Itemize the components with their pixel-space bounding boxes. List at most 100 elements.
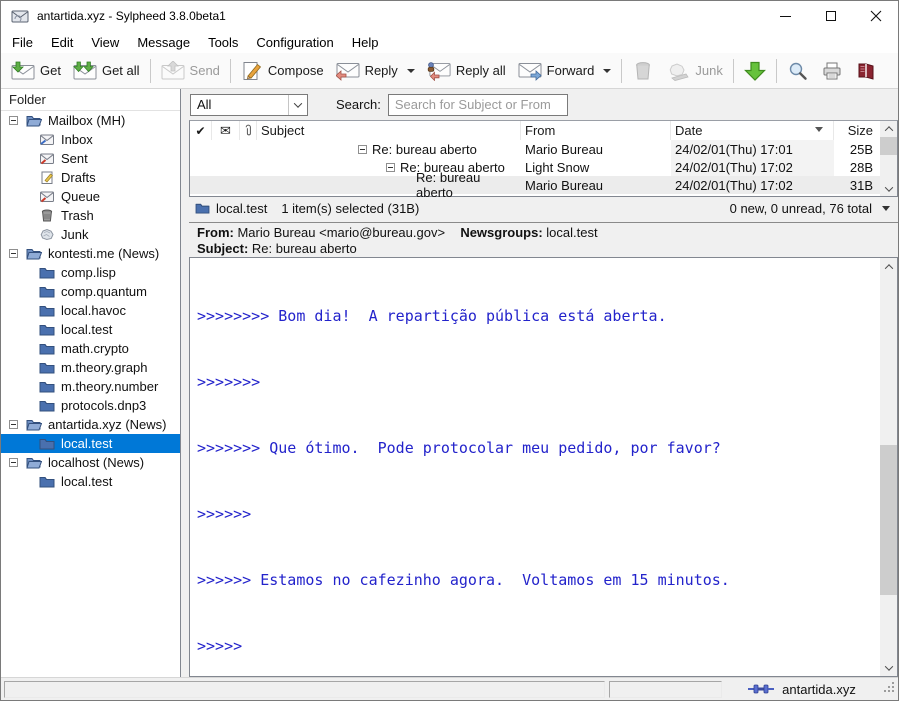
folder-item-local-havoc[interactable]: local.havoc bbox=[1, 301, 180, 320]
header-line-from: From: Mario Bureau <mario@bureau.gov> Ne… bbox=[197, 225, 890, 241]
get-button[interactable]: Get bbox=[5, 58, 67, 84]
folder-item-math-crypto[interactable]: math.crypto bbox=[1, 339, 180, 358]
folder-item-local-test-antartida[interactable]: local.test bbox=[1, 434, 180, 453]
reply-dropdown-icon[interactable] bbox=[407, 69, 415, 73]
counts-dropdown-button[interactable] bbox=[878, 200, 894, 216]
thread-collapse-icon[interactable] bbox=[358, 145, 367, 154]
forward-dropdown-icon[interactable] bbox=[603, 69, 611, 73]
search-input[interactable] bbox=[388, 94, 568, 116]
folder-label: math.crypto bbox=[61, 341, 129, 356]
menu-help[interactable]: Help bbox=[343, 33, 388, 52]
combo-dropdown-button[interactable] bbox=[288, 95, 307, 115]
menu-file[interactable]: File bbox=[3, 33, 42, 52]
collapse-icon[interactable] bbox=[9, 458, 18, 467]
menu-tools[interactable]: Tools bbox=[199, 33, 247, 52]
scroll-up-icon[interactable] bbox=[880, 258, 897, 275]
folder-item-comp-lisp[interactable]: comp.lisp bbox=[1, 263, 180, 282]
filter-combobox[interactable]: All bbox=[190, 94, 308, 116]
status-bar: antartida.xyz bbox=[1, 677, 898, 700]
scroll-down-icon[interactable] bbox=[880, 659, 897, 676]
folder-item-local-test-localhost[interactable]: local.test bbox=[1, 472, 180, 491]
search-button[interactable] bbox=[781, 58, 815, 84]
folder-item-m-theory-number[interactable]: m.theory.number bbox=[1, 377, 180, 396]
get-all-mail-icon bbox=[73, 61, 97, 81]
folder-item-local-test-kontesti[interactable]: local.test bbox=[1, 320, 180, 339]
right-column: All Search: ✔ ✉ Subject From Date Si bbox=[189, 89, 898, 677]
folder-label: Trash bbox=[61, 208, 94, 223]
scroll-down-icon[interactable] bbox=[880, 181, 897, 196]
maximize-button[interactable] bbox=[808, 1, 853, 31]
message-size: 31B bbox=[834, 176, 880, 194]
folder-item-protocols-dnp3[interactable]: protocols.dnp3 bbox=[1, 396, 180, 415]
compose-button[interactable]: Compose bbox=[235, 58, 330, 84]
mark-column-header[interactable]: ✔ bbox=[190, 121, 212, 140]
delete-button[interactable] bbox=[626, 58, 660, 84]
folder-label: Junk bbox=[61, 227, 88, 242]
scroll-up-icon[interactable] bbox=[880, 121, 897, 136]
print-button[interactable] bbox=[815, 58, 849, 84]
folder-item-kontesti[interactable]: kontesti.me (News) bbox=[1, 244, 180, 263]
get-all-button[interactable]: Get all bbox=[67, 58, 146, 84]
menu-configuration[interactable]: Configuration bbox=[247, 33, 342, 52]
junk-button[interactable]: Junk bbox=[660, 58, 728, 84]
folder-item-drafts[interactable]: Drafts bbox=[1, 168, 180, 187]
subject-column-header[interactable]: Subject bbox=[257, 121, 521, 140]
date-column-header[interactable]: Date bbox=[671, 121, 834, 140]
folder-label: localhost (News) bbox=[48, 455, 144, 470]
menu-edit[interactable]: Edit bbox=[42, 33, 82, 52]
message-subject: Re: bureau aberto bbox=[416, 170, 517, 200]
collapse-icon[interactable] bbox=[9, 249, 18, 258]
message-scroll-thumb[interactable] bbox=[880, 445, 897, 595]
send-label: Send bbox=[190, 63, 220, 78]
folder-item-inbox[interactable]: Inbox bbox=[1, 130, 180, 149]
next-unread-button[interactable] bbox=[738, 58, 772, 84]
reply-button[interactable]: Reply bbox=[330, 58, 421, 84]
folder-item-localhost[interactable]: localhost (News) bbox=[1, 453, 180, 472]
forward-button[interactable]: Forward bbox=[512, 58, 618, 84]
minimize-button[interactable] bbox=[763, 1, 808, 31]
folder-item-m-theory-graph[interactable]: m.theory.graph bbox=[1, 358, 180, 377]
subject-value: Re: bureau aberto bbox=[252, 241, 357, 256]
folder-item-queue[interactable]: Queue bbox=[1, 187, 180, 206]
menu-message[interactable]: Message bbox=[128, 33, 199, 52]
folder-item-comp-quantum[interactable]: comp.quantum bbox=[1, 282, 180, 301]
pane-splitter[interactable] bbox=[181, 89, 189, 677]
resize-grip[interactable] bbox=[882, 682, 896, 696]
open-folder-icon bbox=[26, 418, 42, 431]
message-row[interactable]: Re: bureau aberto Light Snow 24/02/01(Th… bbox=[190, 158, 880, 176]
list-scroll-thumb[interactable] bbox=[880, 137, 897, 155]
close-button[interactable] bbox=[853, 1, 898, 31]
address-book-button[interactable] bbox=[849, 58, 883, 84]
folder-item-antartida[interactable]: antartida.xyz (News) bbox=[1, 415, 180, 434]
size-column-header[interactable]: Size bbox=[834, 121, 880, 140]
thread-collapse-icon[interactable] bbox=[386, 163, 395, 172]
main-area: Folder Mailbox (MH) Inbox Sent Draf bbox=[1, 89, 898, 677]
folder-item-junk[interactable]: Junk bbox=[1, 225, 180, 244]
message-date: 24/02/01(Thu) 17:01 bbox=[671, 140, 834, 158]
message-row[interactable]: Re: bureau aberto Mario Bureau 24/02/01(… bbox=[190, 140, 880, 158]
newsgroups-label: Newsgroups: bbox=[460, 225, 542, 240]
network-status: antartida.xyz bbox=[726, 682, 878, 697]
queue-icon bbox=[39, 190, 55, 203]
reply-all-button[interactable]: Reply all bbox=[421, 58, 512, 84]
list-scroll-track[interactable] bbox=[880, 136, 897, 181]
message-scroll-track[interactable] bbox=[880, 275, 897, 659]
folder-item-sent[interactable]: Sent bbox=[1, 149, 180, 168]
unread-column-header[interactable]: ✉ bbox=[212, 121, 240, 140]
from-column-header[interactable]: From bbox=[521, 121, 671, 140]
collapse-icon[interactable] bbox=[9, 116, 18, 125]
menu-view[interactable]: View bbox=[82, 33, 128, 52]
message-line: >>>>> bbox=[197, 635, 880, 657]
list-scrollbar[interactable] bbox=[880, 121, 897, 196]
message-scrollbar[interactable] bbox=[880, 258, 897, 676]
folder-item-trash[interactable]: Trash bbox=[1, 206, 180, 225]
attachment-column-header[interactable] bbox=[240, 121, 257, 140]
message-body[interactable]: >>>>>>>> Bom dia! A repartição pública e… bbox=[190, 258, 880, 676]
connection-plug-icon bbox=[748, 683, 774, 695]
folder-label: comp.quantum bbox=[61, 284, 147, 299]
collapse-icon[interactable] bbox=[9, 420, 18, 429]
folder-item-mailbox[interactable]: Mailbox (MH) bbox=[1, 111, 180, 130]
current-folder-icon bbox=[195, 202, 210, 214]
send-button[interactable]: Send bbox=[155, 58, 226, 84]
message-row-selected[interactable]: Re: bureau aberto Mario Bureau 24/02/01(… bbox=[190, 176, 880, 194]
